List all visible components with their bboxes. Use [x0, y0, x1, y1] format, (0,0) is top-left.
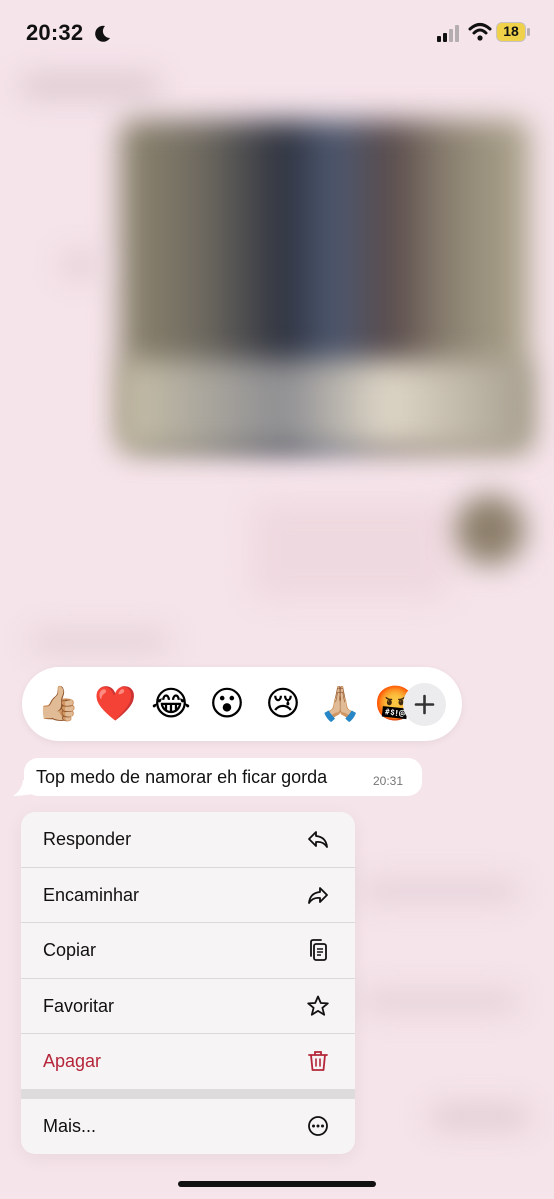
reaction-folded-hands[interactable]: 🙏🏼 [319, 683, 361, 725]
message-text: Top medo de namorar eh ficar gorda [36, 767, 328, 787]
menu-item-label: Apagar [43, 1051, 102, 1071]
battery-icon: 18 [496, 22, 532, 44]
star-icon [307, 995, 329, 1016]
plus-icon [414, 694, 435, 715]
reaction-thumbs-up[interactable]: 👍🏼 [37, 683, 79, 725]
blurred-text [430, 1105, 530, 1129]
blurred-avatar [455, 495, 525, 565]
blurred-text [30, 630, 170, 652]
reaction-bar: 👍🏼 ❤️ 😂 😮 😢 🙏🏼 🤬 [22, 667, 462, 741]
reaction-surprised[interactable]: 😮 [206, 683, 248, 725]
blurred-photo-floor [120, 360, 530, 450]
reply-icon [308, 831, 328, 848]
menu-item-forward[interactable]: Encaminhar [21, 868, 355, 923]
menu-item-more[interactable]: Mais... [21, 1099, 355, 1154]
home-indicator[interactable] [178, 1181, 376, 1187]
blurred-header [20, 75, 160, 97]
reaction-laughing[interactable]: 😂 [150, 683, 192, 725]
reaction-crying[interactable]: 😢 [262, 683, 304, 725]
menu-item-label: Favoritar [43, 996, 115, 1016]
blurred-text [360, 990, 520, 1012]
blurred-text [360, 880, 520, 902]
cellular-signal-icon [437, 25, 459, 42]
menu-item-delete[interactable]: Apagar [21, 1034, 355, 1089]
menu-item-label: Responder [43, 829, 132, 849]
copy-icon [310, 939, 327, 961]
status-bar: 20:32 18 [0, 0, 554, 64]
blurred-element [60, 250, 100, 280]
moon-icon [95, 25, 110, 42]
menu-separator [21, 1089, 355, 1099]
forward-icon [308, 887, 328, 904]
menu-item-favorite[interactable]: Favoritar [21, 979, 355, 1034]
menu-item-label: Mais... [43, 1116, 97, 1136]
reaction-heart[interactable]: ❤️ [94, 683, 136, 725]
more-reactions-button[interactable] [403, 683, 446, 726]
menu-item-label: Copiar [43, 940, 97, 960]
status-time: 20:32 [26, 20, 84, 45]
trash-icon [308, 1051, 328, 1071]
message-bubble[interactable]: Top medo de namorar eh ficar gorda 20:31 [13, 758, 422, 796]
menu-item-copy[interactable]: Copiar [21, 923, 355, 978]
battery-level: 18 [503, 23, 519, 39]
blurred-bubble [250, 500, 450, 600]
menu-item-reply[interactable]: Responder [21, 812, 355, 867]
wifi-icon [468, 23, 492, 41]
message-context-menu: Responder Encaminhar Copiar Favoritar Ap… [21, 812, 355, 1154]
message-timestamp: 20:31 [373, 774, 404, 788]
menu-item-label: Encaminhar [43, 885, 140, 905]
bubble-tail [13, 780, 33, 796]
more-icon [308, 1116, 328, 1136]
